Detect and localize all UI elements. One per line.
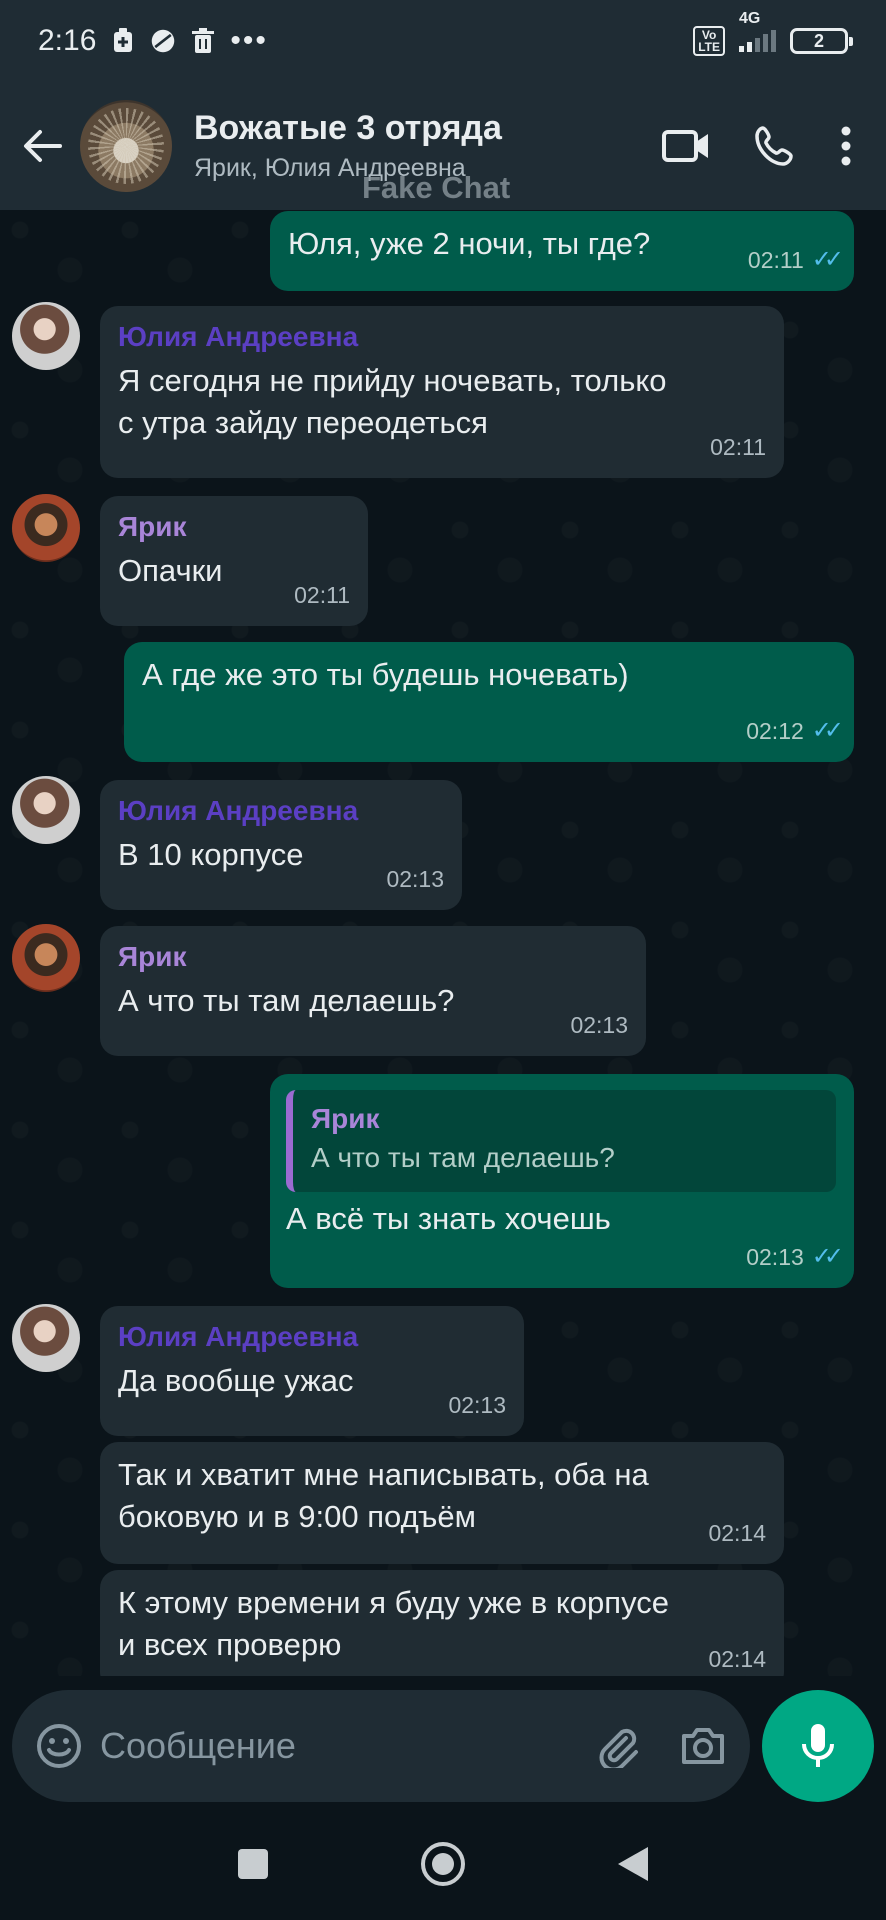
circle-icon <box>421 1841 465 1886</box>
incoming-message[interactable]: Юлия Андреевна Я сегодня не прийду ночев… <box>100 306 784 478</box>
voice-call-button[interactable] <box>754 125 796 167</box>
message-meta: 02:13 <box>570 1004 628 1046</box>
video-call-button[interactable] <box>662 129 710 163</box>
message-time: 02:13 <box>448 1392 506 1418</box>
message-meta: 02:12 ✓✓ <box>746 710 844 752</box>
more-vertical-icon <box>841 126 851 166</box>
system-nav-bar <box>0 1812 886 1920</box>
incoming-message[interactable]: Ярик Опачки 02:11 <box>100 496 368 626</box>
group-avatar[interactable] <box>80 100 172 192</box>
avatar-yulia[interactable] <box>12 302 80 370</box>
message-meta: 02:11 ✓✓ <box>747 239 844 281</box>
sender-name: Ярик <box>118 941 187 972</box>
status-bar: 2:16 ••• Vo LTE 4G 2 <box>0 0 886 82</box>
message-list[interactable]: Юля, уже 2 ночи, ты где? 02:11 ✓✓ Юлия А… <box>0 210 886 1676</box>
message-time: 02:11 <box>710 434 766 460</box>
message-meta: 02:11 <box>710 426 766 468</box>
quote-author: Ярик <box>311 1103 380 1134</box>
message-input[interactable]: Сообщение <box>100 1725 596 1767</box>
sender-name: Ярик <box>118 511 187 542</box>
message-text: Я сегодня не прийду ночевать, только с у… <box>118 363 667 440</box>
message-meta: 02:14 <box>708 1638 766 1676</box>
signal-icon: 4G <box>739 10 776 52</box>
back-button[interactable] <box>4 96 80 196</box>
sender-name: Юлия Андреевна <box>118 321 359 352</box>
phone-icon <box>755 126 793 166</box>
message-text: Юля, уже 2 ночи, ты где? <box>288 226 651 261</box>
video-camera-icon <box>662 130 708 162</box>
message-text: А всё ты знать хочешь <box>286 1201 611 1236</box>
incoming-message[interactable]: Юлия Андреевна Да вообще ужас 02:13 <box>100 1306 524 1436</box>
outgoing-message[interactable]: Юля, уже 2 ночи, ты где? 02:11 ✓✓ <box>270 211 854 291</box>
avatar-yulia[interactable] <box>12 1304 80 1372</box>
trash-icon <box>190 28 216 54</box>
avatar-yarik[interactable] <box>12 494 80 562</box>
more-notifications-icon: ••• <box>230 24 268 57</box>
menu-button[interactable] <box>840 126 852 166</box>
message-time: 02:13 <box>570 1012 628 1038</box>
double-check-icon: ✓✓ <box>811 717 844 744</box>
message-meta: 02:14 <box>708 1512 766 1554</box>
message-time: 02:11 <box>294 582 350 608</box>
message-time: 02:12 <box>746 718 804 744</box>
quote-text: А что ты там делаешь? <box>311 1142 615 1173</box>
message-meta: 02:13 ✓✓ <box>746 1236 844 1278</box>
incoming-message[interactable]: Так и хватит мне написывать, оба на боко… <box>100 1442 784 1564</box>
camera-button[interactable] <box>680 1726 726 1766</box>
smiley-icon <box>37 1724 81 1768</box>
quoted-message[interactable]: Ярик А что ты там делаешь? <box>286 1090 836 1192</box>
home-button[interactable] <box>420 1841 466 1892</box>
network-type: 4G <box>739 10 761 27</box>
double-check-icon: ✓✓ <box>811 246 844 273</box>
outgoing-message[interactable]: А где же это ты будешь ночевать) 02:12 ✓… <box>124 642 854 762</box>
incoming-message[interactable]: Ярик А что ты там делаешь? 02:13 <box>100 926 646 1056</box>
voice-message-button[interactable] <box>762 1690 874 1802</box>
message-meta: 02:13 <box>448 1384 506 1426</box>
message-text: А что ты там делаешь? <box>118 983 455 1018</box>
paperclip-icon <box>599 1728 638 1768</box>
microphone-icon <box>802 1724 834 1767</box>
message-text: А где же это ты будешь ночевать) <box>142 657 629 692</box>
message-text: Так и хватит мне написывать, оба на боко… <box>118 1457 649 1534</box>
battery-level: 2 <box>813 30 824 51</box>
outgoing-reply-message[interactable]: Ярик А что ты там делаешь? А всё ты знат… <box>270 1074 854 1288</box>
volte-indicator: Vo LTE <box>693 26 725 56</box>
message-meta: 02:13 <box>386 858 444 900</box>
camera-icon <box>682 1728 724 1764</box>
incoming-message[interactable]: К этому времени я буду уже в корпусе и в… <box>100 1570 784 1676</box>
message-time: 02:14 <box>708 1646 766 1672</box>
incoming-message[interactable]: Юлия Андреевна В 10 корпусе 02:13 <box>100 780 462 910</box>
message-meta: 02:11 <box>294 574 350 616</box>
message-time: 02:11 <box>747 247 804 273</box>
battery-icon: 2 <box>790 28 853 54</box>
message-text: К этому времени я буду уже в корпусе и в… <box>118 1585 669 1662</box>
recent-apps-button[interactable] <box>236 1847 270 1886</box>
watermark: Fake Chat <box>362 170 511 205</box>
message-time: 02:14 <box>708 1520 766 1546</box>
attach-button[interactable] <box>596 1724 640 1768</box>
notification-icon <box>110 28 136 54</box>
message-time: 02:13 <box>746 1244 804 1270</box>
message-composer: Сообщение <box>12 1690 750 1802</box>
sender-name: Юлия Андреевна <box>118 1321 359 1352</box>
double-check-icon: ✓✓ <box>811 1243 844 1270</box>
message-time: 02:13 <box>386 866 444 892</box>
square-icon <box>238 1848 268 1879</box>
chat-title: Вожатые 3 отряда <box>194 109 502 147</box>
avatar-yulia[interactable] <box>12 776 80 844</box>
triangle-back-icon <box>618 1846 648 1881</box>
status-time: 2:16 <box>38 24 97 57</box>
emoji-button[interactable] <box>36 1723 82 1769</box>
app-notification-icon <box>150 28 176 54</box>
system-back-button[interactable] <box>616 1845 650 1888</box>
sender-name: Юлия Андреевна <box>118 795 359 826</box>
avatar-yarik[interactable] <box>12 924 80 992</box>
arrow-left-icon <box>24 130 62 162</box>
